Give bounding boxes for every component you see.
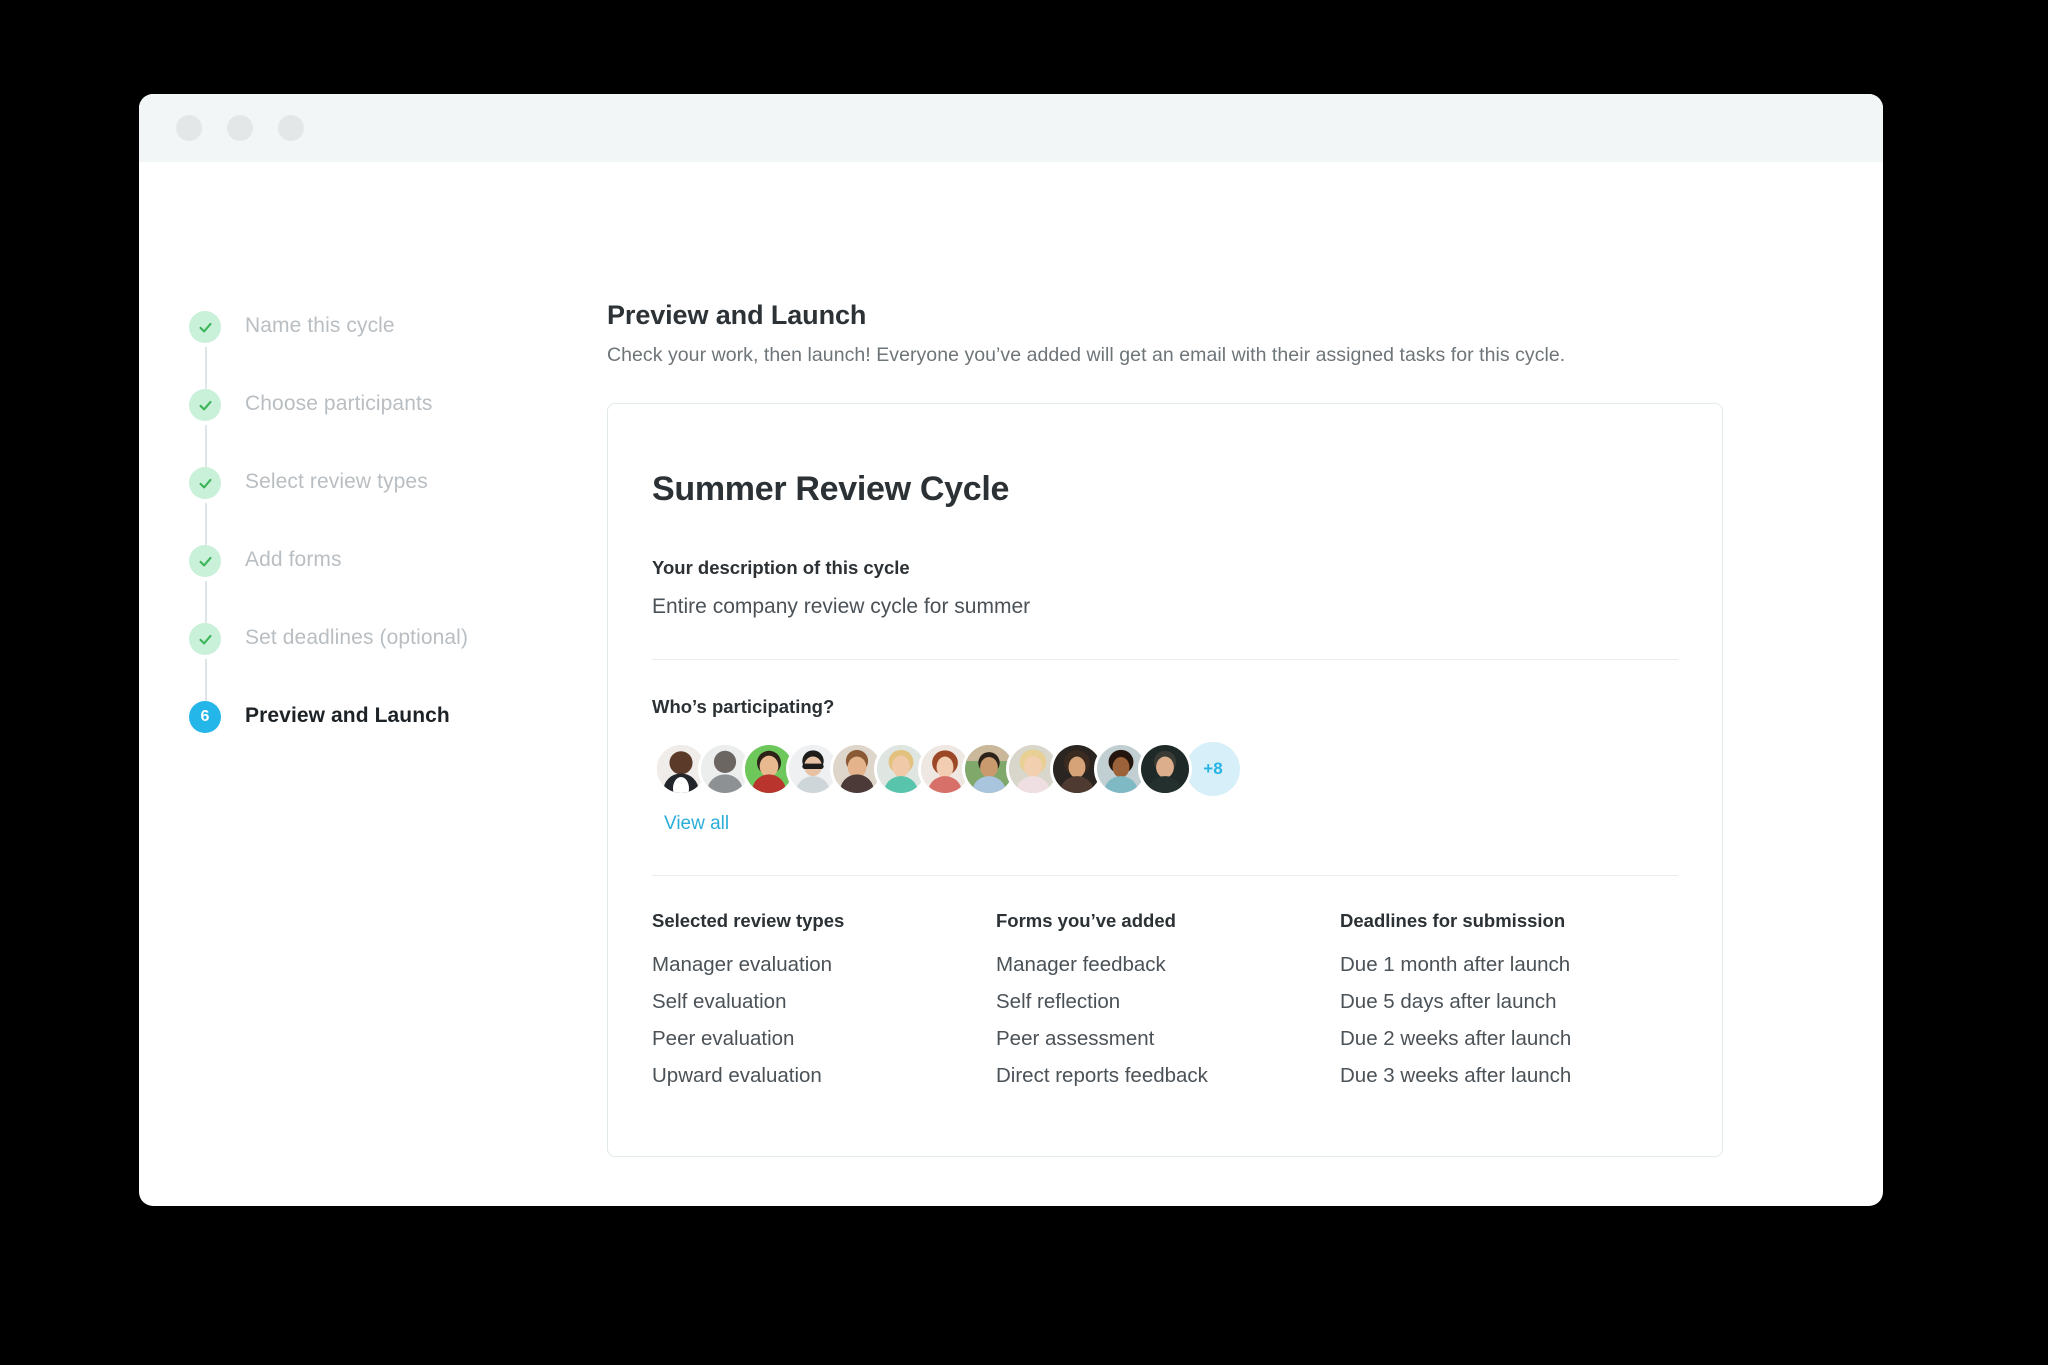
maximize-dot[interactable] xyxy=(278,115,304,141)
list-item: Self evaluation xyxy=(652,990,787,1013)
sidebar-step-choose-participants[interactable]: Choose participants xyxy=(189,388,607,467)
sidebar-step-name-this-cycle[interactable]: Name this cycle xyxy=(189,310,607,389)
step-number: 6 xyxy=(200,708,210,725)
list-item: Direct reports feedback xyxy=(996,1064,1208,1087)
step-status-circle: 6 xyxy=(189,701,221,733)
check-icon xyxy=(198,400,212,410)
list-item: Upward evaluation xyxy=(652,1064,822,1087)
step-status-circle xyxy=(189,389,221,421)
step-connector-line xyxy=(204,503,207,545)
sidebar-step-preview-and-launch[interactable]: 6 Preview and Launch xyxy=(189,700,607,733)
page-subtitle: Check your work, then launch! Everyone y… xyxy=(607,344,1566,366)
list-item: Self reflection xyxy=(996,990,1121,1013)
step-marker xyxy=(189,311,221,389)
participants-label: Who’s participating? xyxy=(652,696,835,717)
cycle-summary-card: Summer Review Cycle Your description of … xyxy=(607,403,1723,1157)
wizard-stepper: Name this cycle Choose participants Sele… xyxy=(139,162,607,1206)
divider xyxy=(652,875,1678,876)
cycle-title: Summer Review Cycle xyxy=(652,470,1010,508)
participants-section: Who’s participating? +8 View all xyxy=(652,696,1678,835)
step-status-circle xyxy=(189,311,221,343)
step-label: Choose participants xyxy=(245,392,433,415)
list-item: Due 3 weeks after launch xyxy=(1340,1064,1572,1087)
sidebar-step-set-deadlines[interactable]: Set deadlines (optional) xyxy=(189,622,607,701)
page-body: Name this cycle Choose participants Sele… xyxy=(139,162,1883,1206)
close-dot[interactable] xyxy=(176,115,202,141)
step-label: Preview and Launch xyxy=(245,704,450,727)
step-status-circle xyxy=(189,623,221,655)
check-icon xyxy=(198,556,212,566)
divider xyxy=(652,659,1678,660)
step-connector-line xyxy=(204,425,207,467)
minimize-dot[interactable] xyxy=(227,115,253,141)
page-title: Preview and Launch xyxy=(607,300,867,330)
cycle-description-field: Your description of this cycle Entire co… xyxy=(652,557,1678,619)
step-marker xyxy=(189,545,221,623)
column-heading: Selected review types xyxy=(652,910,845,931)
sidebar-step-select-review-types[interactable]: Select review types xyxy=(189,466,607,545)
column-selected-review-types: Selected review types Manager evaluation… xyxy=(652,910,996,1094)
avatar-overflow-badge[interactable]: +8 xyxy=(1186,742,1240,796)
column-forms-added: Forms you’ve added Manager feedback Self… xyxy=(996,910,1340,1094)
step-connector-line xyxy=(204,347,207,389)
step-marker: 6 xyxy=(189,701,221,733)
main-content: Preview and Launch Check your work, then… xyxy=(607,162,1883,1206)
step-label: Set deadlines (optional) xyxy=(245,626,469,649)
browser-window: Name this cycle Choose participants Sele… xyxy=(139,94,1883,1206)
column-heading: Forms you’ve added xyxy=(996,910,1176,931)
sidebar-step-add-forms[interactable]: Add forms xyxy=(189,544,607,623)
list-item: Due 5 days after launch xyxy=(1340,990,1557,1013)
step-status-circle xyxy=(189,467,221,499)
check-icon xyxy=(198,322,212,332)
step-marker xyxy=(189,389,221,467)
cycle-description-value: Entire company review cycle for summer xyxy=(652,595,1031,618)
summary-columns: Selected review types Manager evaluation… xyxy=(652,910,1678,1094)
step-label: Select review types xyxy=(245,470,428,493)
view-all-link[interactable]: View all xyxy=(664,813,729,835)
list-item: Due 1 month after launch xyxy=(1340,953,1571,976)
step-label: Add forms xyxy=(245,548,342,571)
list-item: Manager feedback xyxy=(996,953,1166,976)
window-titlebar xyxy=(139,94,1883,162)
column-deadlines: Deadlines for submission Due 1 month aft… xyxy=(1340,910,1571,1094)
column-heading: Deadlines for submission xyxy=(1340,910,1566,931)
step-connector-line xyxy=(204,659,207,701)
check-icon xyxy=(198,634,212,644)
step-marker xyxy=(189,623,221,701)
step-marker xyxy=(189,467,221,545)
step-label: Name this cycle xyxy=(245,314,395,337)
list-item: Due 2 weeks after launch xyxy=(1340,1027,1572,1050)
list-item: Manager evaluation xyxy=(652,953,833,976)
check-icon xyxy=(198,478,212,488)
cycle-description-label: Your description of this cycle xyxy=(652,557,910,578)
step-connector-line xyxy=(204,581,207,623)
list-item: Peer assessment xyxy=(996,1027,1155,1050)
list-item: Peer evaluation xyxy=(652,1027,795,1050)
participant-avatar-row: +8 xyxy=(652,742,1678,796)
avatar[interactable] xyxy=(1138,742,1192,796)
step-status-circle xyxy=(189,545,221,577)
